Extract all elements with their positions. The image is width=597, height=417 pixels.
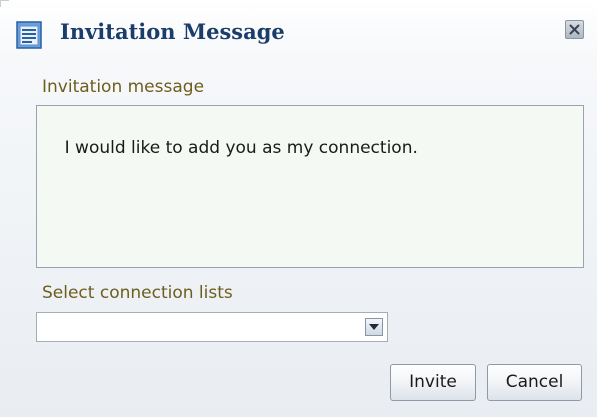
- invitation-message-text: I would like to add you as my connection…: [64, 138, 418, 158]
- invitation-message-label: Invitation message: [42, 77, 205, 97]
- dropdown-arrow-button[interactable]: [365, 318, 383, 336]
- resize-grip-icon[interactable]: [568, 252, 580, 264]
- invitation-message-dialog: Invitation Message Invitation message I …: [0, 0, 597, 417]
- dialog-title-bar: Invitation Message: [0, 0, 597, 66]
- cancel-button[interactable]: Cancel: [487, 364, 582, 401]
- invitation-message-textarea[interactable]: I would like to add you as my connection…: [36, 105, 584, 268]
- connection-lists-label: Select connection lists: [42, 283, 233, 303]
- document-list-icon: [16, 21, 42, 49]
- close-icon: [569, 24, 580, 35]
- dialog-title: Invitation Message: [60, 19, 285, 44]
- invite-button[interactable]: Invite: [390, 364, 476, 401]
- chevron-down-icon: [369, 324, 379, 330]
- close-button[interactable]: [565, 20, 584, 39]
- connection-lists-select[interactable]: [36, 312, 388, 342]
